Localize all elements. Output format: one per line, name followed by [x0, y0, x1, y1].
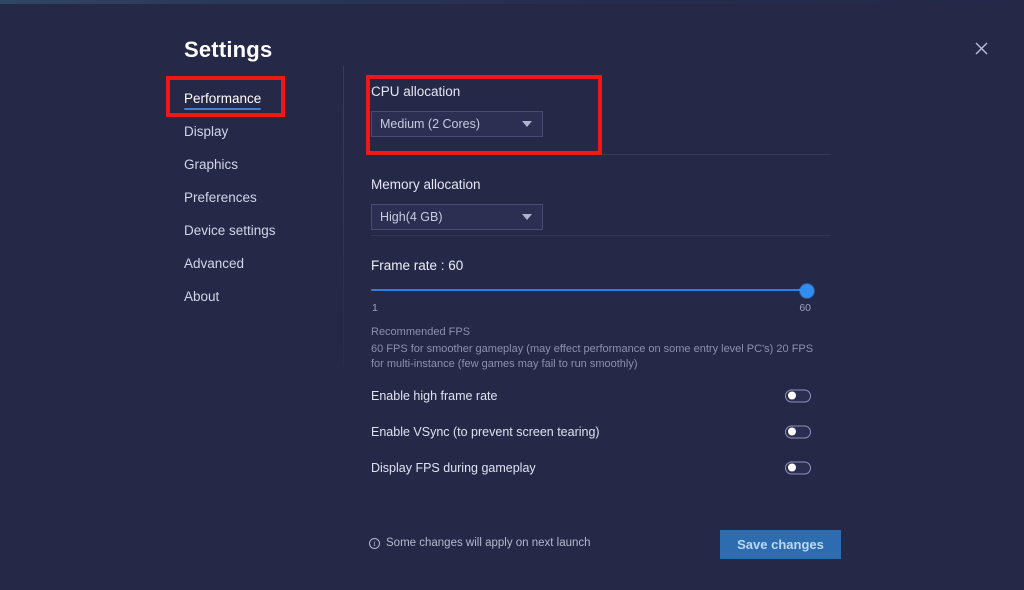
memory-allocation-select[interactable]: High(4 GB)	[371, 204, 543, 230]
chevron-down-icon	[522, 121, 532, 127]
sidebar-item-device-settings[interactable]: Device settings	[184, 223, 276, 242]
toggle-high-frame-rate[interactable]	[785, 389, 811, 403]
close-icon[interactable]	[966, 33, 996, 63]
frame-rate-slider-track	[371, 289, 811, 291]
frame-rate-slider-handle[interactable]	[800, 284, 814, 298]
memory-allocation-label: Memory allocation	[371, 177, 481, 192]
sidebar-item-advanced[interactable]: Advanced	[184, 256, 244, 275]
save-changes-button[interactable]: Save changes	[720, 530, 841, 559]
footer-note-text: Some changes will apply on next launch	[386, 537, 591, 549]
settings-window: Settings Performance Display Graphics Pr…	[0, 4, 1024, 590]
cpu-allocation-section: CPU allocation Medium (2 Cores)	[371, 84, 831, 154]
page-title: Settings	[184, 37, 273, 62]
toggle-display-fps[interactable]	[785, 461, 811, 475]
recommended-fps-title: Recommended FPS	[371, 326, 471, 338]
sidebar-item-graphics[interactable]: Graphics	[184, 157, 238, 176]
toggle-knob	[787, 391, 796, 400]
toggle-vsync[interactable]	[785, 425, 811, 439]
cpu-allocation-value: Medium (2 Cores)	[380, 117, 481, 131]
chevron-down-icon	[522, 214, 532, 220]
toggle-row-vsync: Enable VSync (to prevent screen tearing)	[371, 420, 811, 444]
info-icon: i	[369, 537, 380, 549]
sidebar-item-display[interactable]: Display	[184, 124, 228, 143]
sidebar-divider	[343, 66, 344, 366]
performance-panel: CPU allocation Medium (2 Cores) Memory a…	[371, 84, 831, 480]
toggle-knob	[787, 427, 796, 436]
toggle-label-display-fps: Display FPS during gameplay	[371, 460, 536, 475]
cpu-allocation-label: CPU allocation	[371, 84, 461, 99]
settings-sidebar: Settings Performance Display Graphics Pr…	[184, 37, 334, 321]
cpu-allocation-select[interactable]: Medium (2 Cores)	[371, 111, 543, 137]
frame-rate-label: Frame rate : 60	[371, 258, 464, 273]
frame-rate-min-label: 1	[372, 302, 378, 314]
frame-rate-max-label: 60	[799, 302, 811, 314]
toggle-row-high-frame-rate: Enable high frame rate	[371, 384, 811, 408]
frame-rate-slider[interactable]	[371, 284, 814, 298]
sidebar-item-preferences[interactable]: Preferences	[184, 190, 257, 209]
toggle-label-high-frame-rate: Enable high frame rate	[371, 388, 498, 403]
toggle-label-vsync: Enable VSync (to prevent screen tearing)	[371, 424, 600, 439]
sidebar-item-performance[interactable]: Performance	[184, 91, 262, 110]
recommended-fps-body: 60 FPS for smoother gameplay (may effect…	[371, 343, 814, 370]
sidebar-item-about[interactable]: About	[184, 289, 219, 308]
frame-rate-section: Frame rate : 60 1 60 Recommended FPS 60 …	[371, 236, 831, 480]
memory-allocation-section: Memory allocation High(4 GB)	[371, 155, 831, 235]
memory-allocation-value: High(4 GB)	[380, 210, 443, 224]
toggle-row-display-fps: Display FPS during gameplay	[371, 456, 811, 480]
frame-rate-scale: 1 60	[371, 302, 811, 316]
footer-note: i Some changes will apply on next launch	[369, 537, 591, 549]
toggle-knob	[787, 463, 796, 472]
